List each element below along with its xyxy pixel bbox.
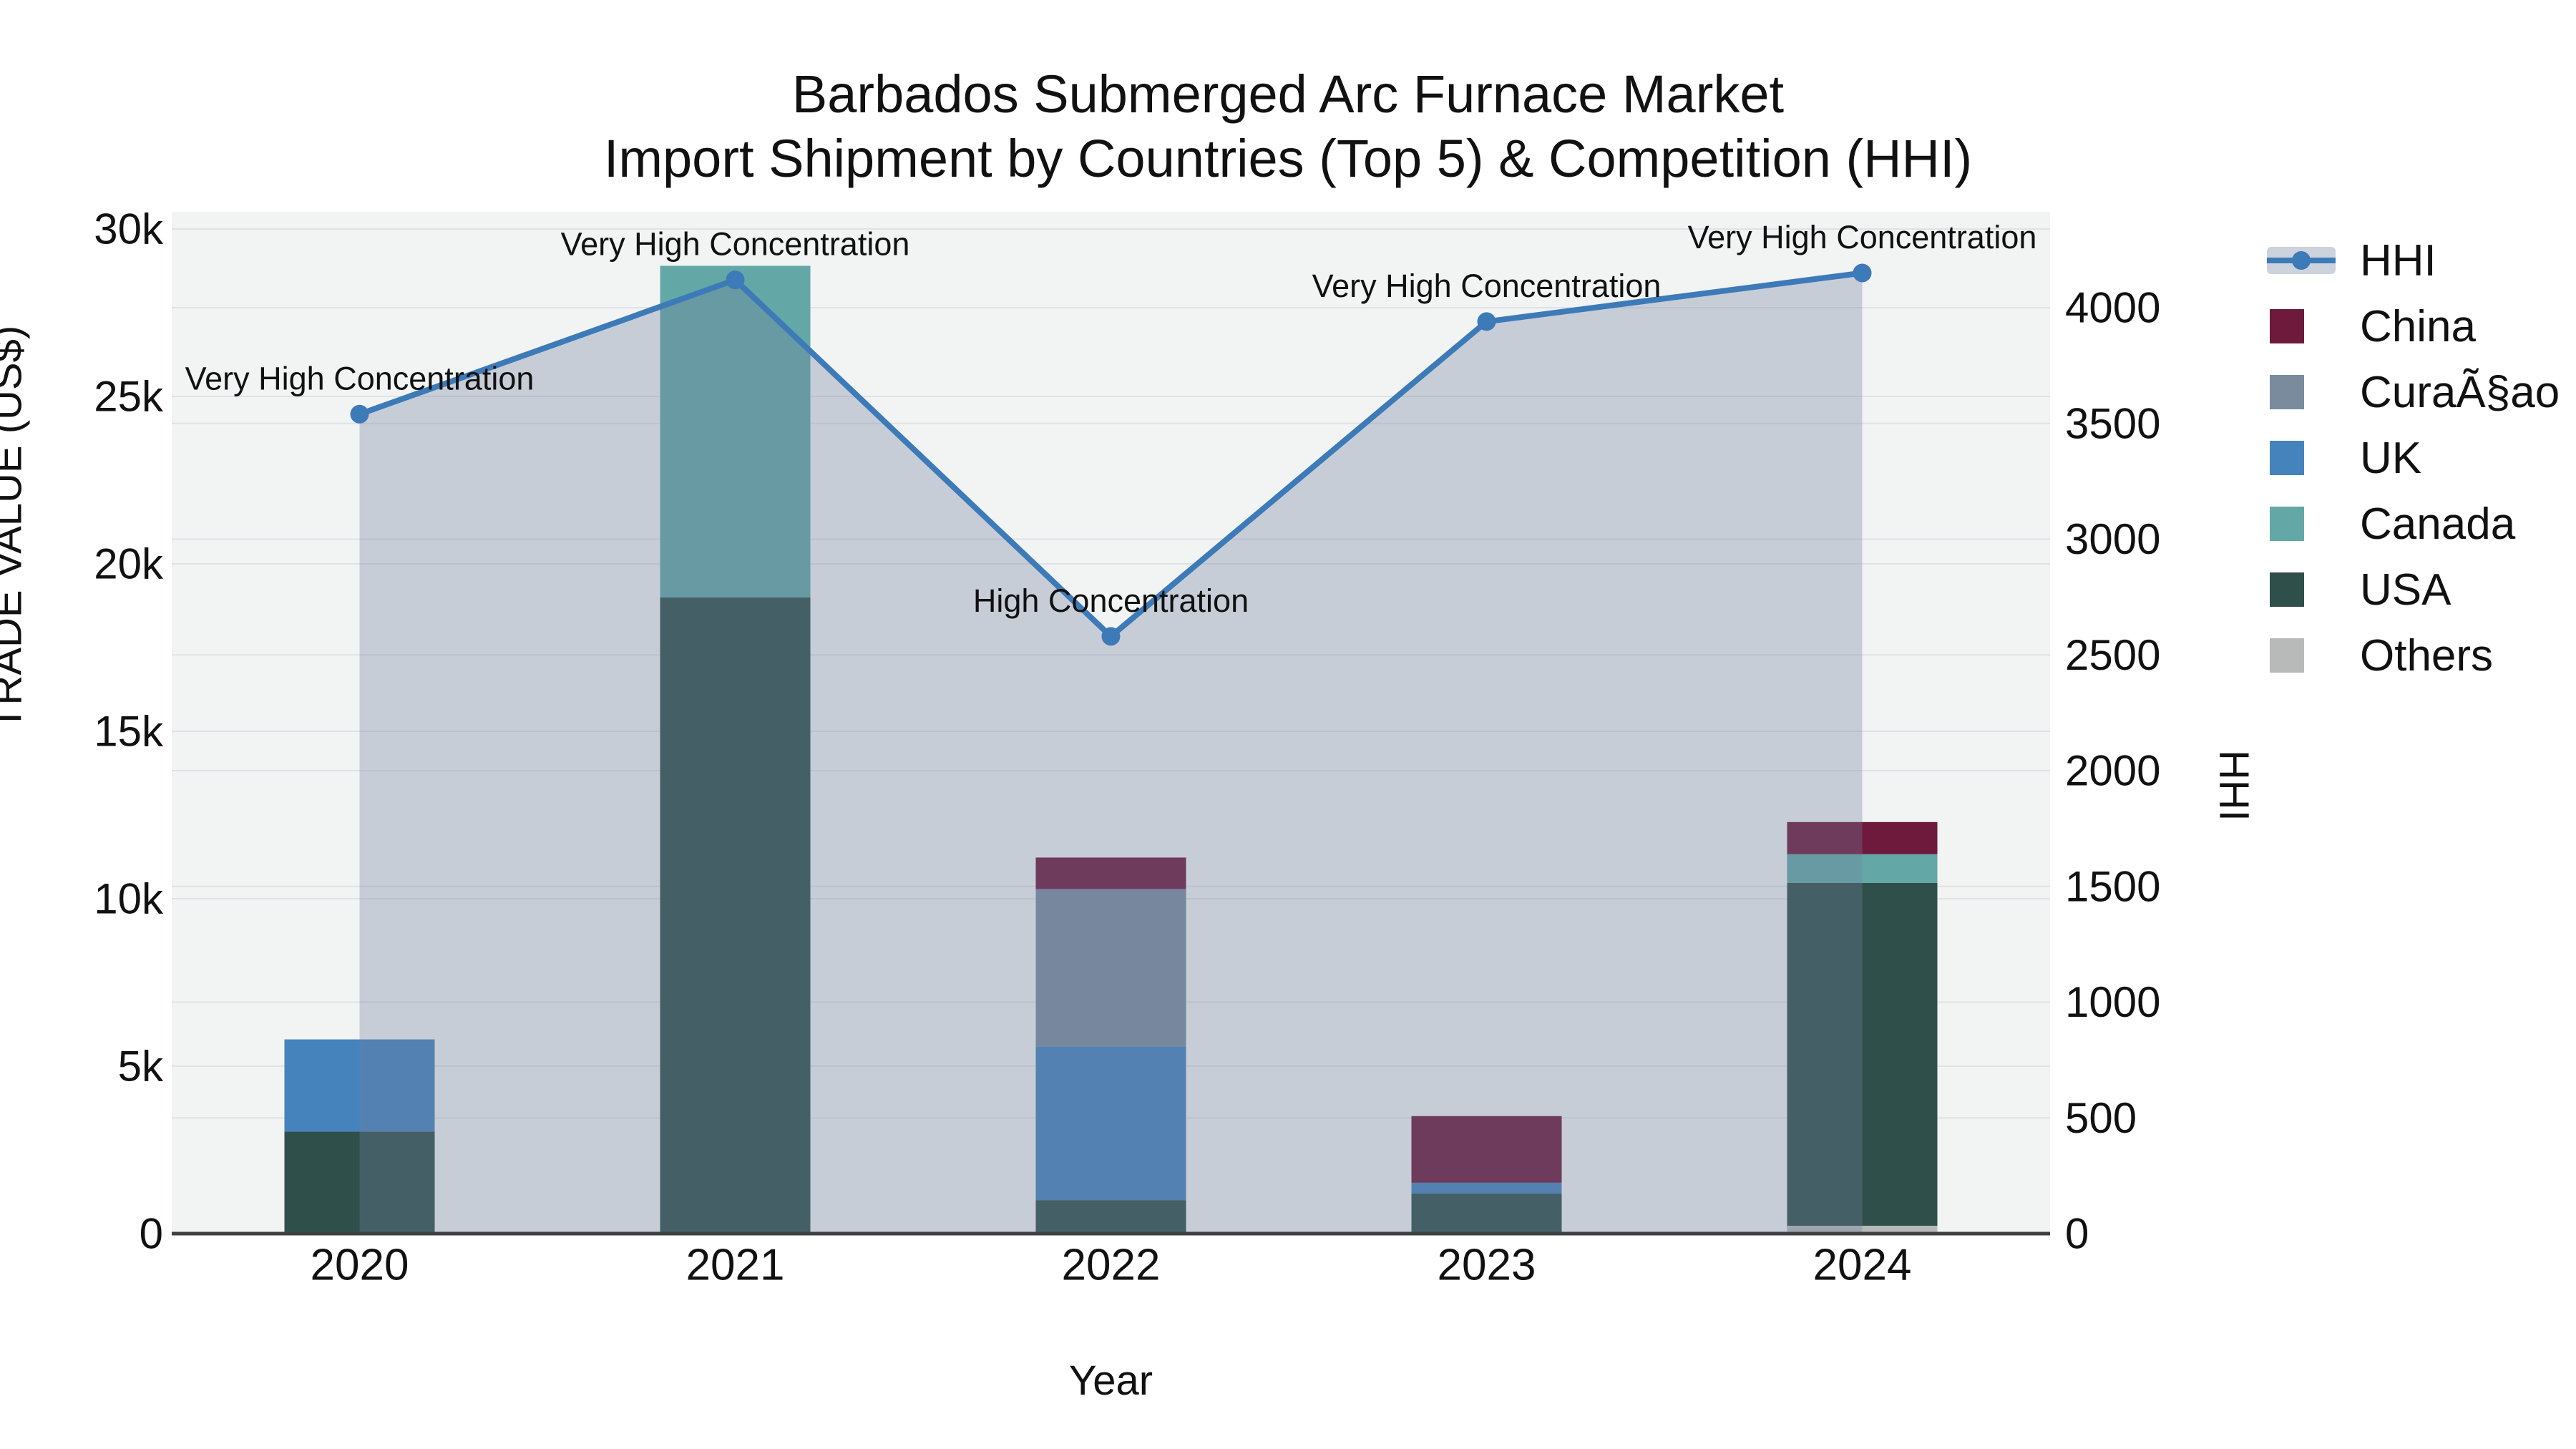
legend-item-china[interactable]: China	[2267, 293, 2560, 359]
annotation-2022: High Concentration	[973, 582, 1249, 619]
legend-label-curaã§ao: CuraÃ§ao	[2360, 367, 2560, 417]
x-tick-2023: 2023	[1438, 1241, 1536, 1290]
chart-figure: Barbados Submerged Arc Furnace Market Im…	[0, 0, 2576, 1449]
legend: HHI China CuraÃ§ao UK Canada USA Others	[2267, 228, 2560, 688]
annotation-2024: Very High Concentration	[1688, 219, 2037, 255]
color-swatch-icon	[2270, 309, 2304, 343]
y-left-tick-0: 0	[140, 1210, 163, 1258]
y-right-tick-2500: 2500	[2065, 631, 2160, 679]
legend-item-uk[interactable]: UK	[2267, 425, 2560, 491]
annotation-2021: Very High Concentration	[561, 226, 910, 263]
hhi-marker-2021[interactable]	[726, 270, 745, 290]
legend-swatch-china	[2267, 309, 2336, 343]
hhi-marker-2023[interactable]	[1477, 312, 1496, 331]
annotation-2020: Very High Concentration	[185, 360, 535, 396]
x-tick-2021: 2021	[686, 1241, 785, 1290]
y-left-tick-15k: 15k	[94, 708, 164, 756]
y-axis-right-title: HHI	[2210, 750, 2258, 821]
y-left-tick-25k: 25k	[94, 373, 164, 421]
color-swatch-icon	[2270, 572, 2304, 607]
hhi-marker-2024[interactable]	[1853, 263, 1872, 283]
y-right-tick-1000: 1000	[2065, 978, 2160, 1026]
color-swatch-icon	[2270, 638, 2304, 673]
y-left-tick-5k: 5k	[118, 1043, 164, 1091]
legend-item-others[interactable]: Others	[2267, 623, 2560, 688]
color-swatch-icon	[2270, 507, 2304, 541]
x-tick-2020: 2020	[311, 1241, 409, 1290]
hhi-marker-2022[interactable]	[1101, 627, 1121, 646]
x-tick-2022: 2022	[1062, 1241, 1161, 1290]
legend-item-hhi[interactable]: HHI	[2267, 228, 2560, 293]
y-left-tick-20k: 20k	[94, 540, 164, 588]
hhi-area-swatch	[2267, 247, 2336, 274]
y-axis-left-title: TRADE VALUE (US$)	[0, 325, 31, 731]
legend-label-canada: Canada	[2360, 499, 2516, 549]
legend-item-canada[interactable]: Canada	[2267, 491, 2560, 557]
legend-label-china: China	[2360, 301, 2476, 351]
y-right-tick-4000: 4000	[2065, 284, 2160, 332]
legend-item-curaã§ao[interactable]: CuraÃ§ao	[2267, 359, 2560, 425]
legend-label-uk: UK	[2360, 433, 2422, 483]
y-right-tick-500: 500	[2065, 1094, 2137, 1142]
legend-swatch-canada	[2267, 507, 2336, 541]
legend-swatch-uk	[2267, 441, 2336, 475]
annotation-2023: Very High Concentration	[1312, 268, 1662, 304]
legend-item-usa[interactable]: USA	[2267, 557, 2560, 623]
x-axis-title: Year	[1068, 1357, 1153, 1404]
legend-label-others: Others	[2360, 630, 2494, 680]
color-swatch-icon	[2270, 375, 2304, 409]
y-right-tick-0: 0	[2065, 1210, 2089, 1258]
y-right-tick-2000: 2000	[2065, 747, 2160, 795]
y-right-tick-3000: 3000	[2065, 515, 2160, 563]
hhi-marker-2020[interactable]	[350, 404, 369, 424]
legend-swatch-usa	[2267, 572, 2336, 607]
plot-area: 0 5k 10k 15k 20k 25k 30k 0 500 1000 1500 2000 2500 30…	[94, 205, 2160, 1290]
y-left-tick-10k: 10k	[94, 875, 164, 923]
hhi-line-sample-icon	[2267, 247, 2336, 274]
legend-swatch-curaã§ao	[2267, 375, 2336, 409]
legend-label-usa: USA	[2360, 565, 2451, 615]
y-right-tick-1500: 1500	[2065, 862, 2160, 910]
x-tick-2024: 2024	[1813, 1241, 1912, 1290]
y-left-tick-30k: 30k	[94, 205, 164, 253]
legend-label-hhi: HHI	[2360, 235, 2436, 286]
hhi-marker-icon	[2292, 251, 2311, 270]
color-swatch-icon	[2270, 441, 2304, 475]
y-right-tick-3500: 3500	[2065, 399, 2160, 447]
legend-swatch-others	[2267, 638, 2336, 673]
